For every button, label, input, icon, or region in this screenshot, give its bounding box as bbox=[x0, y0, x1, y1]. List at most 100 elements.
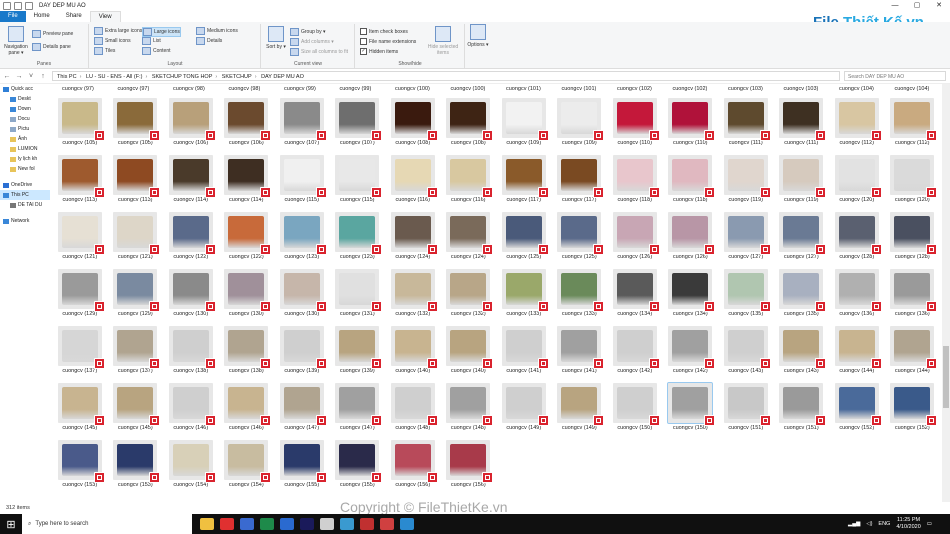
file-item[interactable]: cuongcv (116) bbox=[385, 155, 441, 212]
taskbar-app-icon[interactable] bbox=[400, 518, 414, 530]
layout-details[interactable]: Details bbox=[196, 37, 222, 45]
file-item[interactable]: cuongcv (144) bbox=[829, 326, 885, 383]
file-item[interactable]: cuongcv (111) bbox=[718, 98, 774, 155]
file-item[interactable]: cuongcv (125) bbox=[496, 212, 552, 269]
file-label[interactable]: cuongcv (101) bbox=[506, 86, 541, 92]
file-item[interactable]: cuongcv (132) bbox=[441, 269, 497, 326]
nav-item[interactable]: Docu bbox=[0, 114, 50, 124]
file-label[interactable]: cuongcv (97) bbox=[62, 86, 94, 92]
file-item[interactable]: cuongcv (133) bbox=[552, 269, 608, 326]
forward-arrow-icon[interactable]: → bbox=[14, 73, 24, 80]
layout-large-icons[interactable]: Large icons bbox=[142, 27, 181, 37]
maximize-button[interactable]: ▢ bbox=[906, 0, 928, 11]
file-item[interactable]: cuongcv (127) bbox=[774, 212, 830, 269]
file-label[interactable]: cuongcv (104) bbox=[839, 86, 874, 92]
taskbar-app-icon[interactable] bbox=[260, 518, 274, 530]
file-item[interactable]: cuongcv (124) bbox=[385, 212, 441, 269]
minimize-button[interactable]: — bbox=[884, 0, 906, 11]
file-item[interactable]: cuongcv (156) bbox=[441, 440, 497, 497]
new-folder-icon[interactable] bbox=[25, 1, 33, 10]
add-columns-button[interactable]: Add columns ▾ bbox=[290, 38, 334, 46]
address-bar[interactable]: This PC › LU - SU - ENS - All (F:) › SKETC… bbox=[52, 71, 840, 81]
file-item[interactable]: cuongcv (153) bbox=[108, 440, 164, 497]
file-item[interactable]: cuongcv (114) bbox=[219, 155, 275, 212]
file-item[interactable]: cuongcv (114) bbox=[163, 155, 219, 212]
breadcrumb-current[interactable]: DAY DEP MU AO bbox=[261, 74, 304, 80]
file-item[interactable]: cuongcv (119) bbox=[718, 155, 774, 212]
file-item[interactable]: cuongcv (116) bbox=[441, 155, 497, 212]
network-icon[interactable]: ▂▄▆ bbox=[848, 521, 860, 527]
file-item[interactable]: cuongcv (106) bbox=[219, 98, 275, 155]
file-item[interactable]: cuongcv (137) bbox=[52, 326, 108, 383]
file-item[interactable]: cuongcv (130) bbox=[219, 269, 275, 326]
file-label[interactable]: cuongcv (98) bbox=[229, 86, 261, 92]
taskbar-app-icon[interactable] bbox=[320, 518, 334, 530]
nav-item[interactable]: Deskt bbox=[0, 94, 50, 104]
hidden-items-toggle[interactable]: ✓ Hidden items bbox=[360, 48, 398, 55]
file-item[interactable]: cuongcv (136) bbox=[885, 269, 941, 326]
nav-item[interactable]: Network bbox=[0, 216, 50, 226]
file-item[interactable]: cuongcv (152) bbox=[885, 383, 941, 440]
file-item[interactable]: cuongcv (156) bbox=[385, 440, 441, 497]
file-item[interactable]: cuongcv (141) bbox=[496, 326, 552, 383]
item-check-boxes-toggle[interactable]: Item check boxes bbox=[360, 28, 408, 35]
file-label[interactable]: cuongcv (102) bbox=[673, 86, 708, 92]
file-item[interactable]: cuongcv (134) bbox=[607, 269, 663, 326]
file-label[interactable]: cuongcv (98) bbox=[173, 86, 205, 92]
windows-start-icon[interactable]: ⊞ bbox=[0, 514, 22, 534]
file-item[interactable]: cuongcv (126) bbox=[607, 212, 663, 269]
file-item[interactable]: cuongcv (148) bbox=[441, 383, 497, 440]
file-item[interactable]: cuongcv (105) bbox=[52, 98, 108, 155]
file-item[interactable]: cuongcv (145) bbox=[52, 383, 108, 440]
taskbar-app-icon[interactable] bbox=[280, 518, 294, 530]
file-item[interactable]: cuongcv (108) bbox=[441, 98, 497, 155]
file-label[interactable]: cuongcv (102) bbox=[617, 86, 652, 92]
file-label[interactable]: cuongcv (104) bbox=[895, 86, 930, 92]
taskbar-search[interactable]: ⌕ Type here to search bbox=[22, 514, 192, 534]
file-item[interactable]: cuongcv (130) bbox=[274, 269, 330, 326]
file-item[interactable]: cuongcv (113) bbox=[52, 155, 108, 212]
file-label[interactable]: cuongcv (99) bbox=[340, 86, 372, 92]
taskbar-app-icon[interactable] bbox=[300, 518, 314, 530]
nav-item[interactable]: OneDrive bbox=[0, 180, 50, 190]
file-label[interactable]: cuongcv (100) bbox=[395, 86, 430, 92]
file-item[interactable]: cuongcv (148) bbox=[385, 383, 441, 440]
file-item[interactable]: cuongcv (140) bbox=[441, 326, 497, 383]
file-item[interactable]: cuongcv (130) bbox=[163, 269, 219, 326]
breadcrumb-this-pc[interactable]: This PC bbox=[57, 74, 77, 80]
layout-small-icons[interactable]: Small icons bbox=[94, 37, 131, 45]
taskbar-app-icon[interactable] bbox=[380, 518, 394, 530]
file-item[interactable]: cuongcv (115) bbox=[274, 155, 330, 212]
file-item[interactable]: cuongcv (132) bbox=[385, 269, 441, 326]
properties-icon[interactable] bbox=[14, 1, 22, 10]
file-item[interactable]: cuongcv (141) bbox=[552, 326, 608, 383]
layout-medium-icons[interactable]: Medium icons bbox=[196, 27, 238, 35]
file-item[interactable]: cuongcv (151) bbox=[718, 383, 774, 440]
file-item[interactable]: cuongcv (139) bbox=[330, 326, 386, 383]
file-item[interactable]: cuongcv (107) bbox=[274, 98, 330, 155]
file-item[interactable]: cuongcv (121) bbox=[108, 212, 164, 269]
file-label[interactable]: cuongcv (103) bbox=[728, 86, 763, 92]
file-item[interactable]: cuongcv (137) bbox=[108, 326, 164, 383]
taskbar-app-icon[interactable] bbox=[200, 518, 214, 530]
file-item[interactable]: cuongcv (106) bbox=[163, 98, 219, 155]
file-item[interactable]: cuongcv (134) bbox=[663, 269, 719, 326]
file-item[interactable]: cuongcv (108) bbox=[385, 98, 441, 155]
file-item[interactable]: cuongcv (110) bbox=[607, 98, 663, 155]
file-item[interactable]: cuongcv (125) bbox=[552, 212, 608, 269]
file-item[interactable]: cuongcv (145) bbox=[108, 383, 164, 440]
file-item[interactable]: cuongcv (149) bbox=[496, 383, 552, 440]
details-pane-button[interactable]: Details pane bbox=[32, 43, 71, 51]
layout-content[interactable]: Content bbox=[142, 47, 171, 55]
file-item[interactable]: cuongcv (119) bbox=[774, 155, 830, 212]
file-item[interactable]: cuongcv (155) bbox=[274, 440, 330, 497]
file-item[interactable]: cuongcv (128) bbox=[829, 212, 885, 269]
breadcrumb-sketchup[interactable]: SKETCHUP bbox=[222, 74, 252, 80]
search-input[interactable]: Search DAY DEP MU AO bbox=[844, 71, 946, 81]
file-item[interactable]: cuongcv (133) bbox=[496, 269, 552, 326]
clock[interactable]: 11:25 PM 4/10/2020 bbox=[896, 517, 920, 531]
taskbar-app-icon[interactable] bbox=[240, 518, 254, 530]
file-item[interactable]: cuongcv (123) bbox=[274, 212, 330, 269]
options-button[interactable]: Options ▾ bbox=[466, 24, 490, 48]
language-indicator[interactable]: ENG bbox=[878, 521, 890, 527]
